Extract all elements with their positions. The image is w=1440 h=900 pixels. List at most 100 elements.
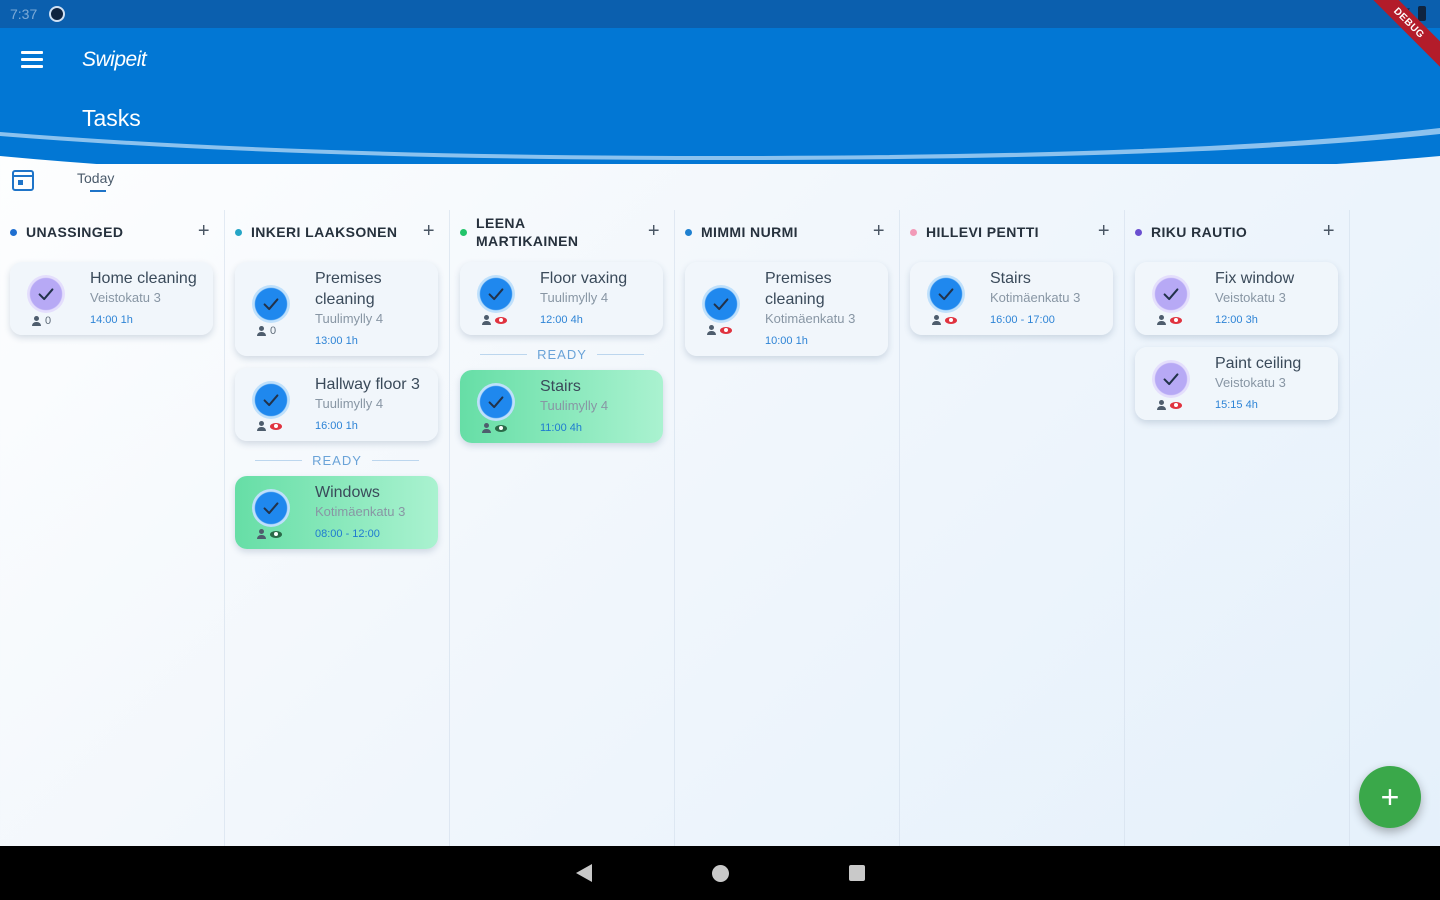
task-meta [257,529,282,539]
column-title: RIKU RAUTIO [1151,224,1248,240]
column: HILLEVI PENTTI + Stairs Kotimäenkatu 3 16:00… [900,210,1125,846]
task-title: Home cleaning [90,270,197,287]
checkmark-icon[interactable] [702,285,740,323]
task-meta [707,325,732,335]
add-to-column-button[interactable]: + [648,220,660,243]
task-card[interactable]: Stairs Kotimäenkatu 3 16:00 - 17:00 [910,262,1113,335]
add-to-column-button[interactable]: + [873,220,885,243]
task-meta [1157,400,1182,410]
card-left [1135,353,1215,414]
task-address: Tuulimylly 4 [540,290,609,305]
card-left [460,376,540,437]
card-body: Floor vaxing Tuulimylly 4 12:00 4h [540,268,653,329]
task-time: 12:00 3h [1215,314,1258,326]
app-bar: Swipeit Tasks [0,28,1440,164]
task-card[interactable]: Fix window Veistokatu 3 12:00 3h [1135,262,1338,335]
checkmark-icon[interactable] [927,275,965,313]
checkmark-icon[interactable] [1152,275,1190,313]
home-icon[interactable] [711,864,729,882]
task-card[interactable]: Premises cleaning Kotimäenkatu 3 10:00 1h [685,262,888,356]
card-left [235,374,315,435]
person-icon [257,326,266,336]
task-title: Paint ceiling [1215,355,1302,372]
checkmark-icon[interactable] [252,489,290,527]
person-icon [257,421,266,431]
checkmark-icon[interactable] [252,285,290,323]
add-task-button[interactable]: + [1359,766,1421,828]
status-bar: 7:37 [0,0,1440,28]
date-tab-today[interactable]: Today [77,170,114,186]
ready-task-card[interactable]: Windows Kotimäenkatu 3 08:00 - 12:00 [235,476,438,549]
task-time: 14:00 1h [90,314,133,326]
app-notification-icon [49,6,66,22]
task-card[interactable]: Floor vaxing Tuulimylly 4 12:00 4h [460,262,663,335]
card-body: Fix window Veistokatu 3 12:00 3h [1215,268,1328,329]
visibility-icon [1170,316,1182,324]
add-to-column-button[interactable]: + [198,220,210,243]
column-header: MIMMI NURMI + [685,210,889,254]
page-title: Tasks [82,105,141,131]
visibility-icon [270,530,282,538]
column-title: HILLEVI PENTTI [926,224,1039,240]
column-header: HILLEVI PENTTI + [910,210,1114,254]
back-icon[interactable] [575,864,592,882]
checkmark-icon[interactable] [1152,360,1190,398]
card-left [460,268,540,329]
column: RIKU RAUTIO + Fix window Veistokatu 3 12:00 … [1125,210,1350,846]
task-card[interactable]: 0 Premises cleaning Tuulimylly 4 13:00 1h [235,262,438,356]
card-body: Windows Kotimäenkatu 3 08:00 - 12:00 [315,482,428,543]
task-meta [482,423,507,433]
checkmark-icon[interactable] [252,381,290,419]
column-title: UNASSINGED [26,224,124,240]
date-tab-indicator [90,190,106,192]
checkmark-icon[interactable] [27,275,65,313]
task-address: Veistokatu 3 [90,290,161,305]
task-time: 16:00 - 17:00 [990,314,1055,326]
column: MIMMI NURMI + Premises cleaning Kotimäenkat… [675,210,900,846]
task-time: 08:00 - 12:00 [315,528,380,540]
add-to-column-button[interactable]: + [1323,220,1335,243]
checkmark-icon[interactable] [477,383,515,421]
column: INKERI LAAKSONEN +0 Premises cleaning Tuuli… [225,210,450,846]
add-to-column-button[interactable]: + [423,220,435,243]
assignee-count: 0 [270,325,277,337]
status-dot [685,228,692,236]
task-card[interactable]: 0 Home cleaning Veistokatu 3 14:00 1h [10,262,213,335]
column: LEENA MARTIKAINEN + Floor vaxing Tuulimylly… [450,210,675,846]
visibility-icon [495,424,507,432]
task-title: Hallway floor 3 [315,376,420,393]
card-body: Home cleaning Veistokatu 3 14:00 1h [90,268,203,329]
column: UNASSINGED +0 Home cleaning Veistokatu 3 14:… [0,210,225,846]
menu-icon[interactable] [21,51,43,69]
card-body: Stairs Kotimäenkatu 3 16:00 - 17:00 [990,268,1103,329]
task-card[interactable]: Hallway floor 3 Tuulimylly 4 16:00 1h [235,368,438,441]
task-card[interactable]: Paint ceiling Veistokatu 3 15:15 4h [1135,347,1338,420]
battery-icon [1418,6,1426,21]
task-time: 13:00 1h [315,335,358,347]
task-meta [482,315,507,325]
card-left: 0 [235,268,315,350]
task-address: Veistokatu 3 [1215,290,1286,305]
card-body: Premises cleaning Kotimäenkatu 3 10:00 1h [765,268,878,350]
task-time: 11:00 4h [540,422,583,434]
add-to-column-button[interactable]: + [1098,220,1110,243]
visibility-icon [495,316,507,324]
card-left: 0 [10,268,90,329]
task-address: Tuulimylly 4 [315,311,384,326]
person-icon [32,316,41,326]
person-icon [932,315,941,325]
recents-icon[interactable] [848,865,865,881]
task-address: Tuulimylly 4 [540,398,609,413]
card-body: Paint ceiling Veistokatu 3 15:15 4h [1215,353,1328,414]
ready-task-card[interactable]: Stairs Tuulimylly 4 11:00 4h [460,370,663,443]
task-meta [1157,315,1182,325]
task-time: 15:15 4h [1215,399,1258,411]
status-dot [1135,228,1142,236]
task-address: Kotimäenkatu 3 [315,504,406,519]
status-dot [235,228,242,236]
checkmark-icon[interactable] [477,275,515,313]
person-icon [482,423,491,433]
person-icon [707,325,716,335]
task-meta [932,315,957,325]
calendar-icon[interactable] [12,170,34,191]
